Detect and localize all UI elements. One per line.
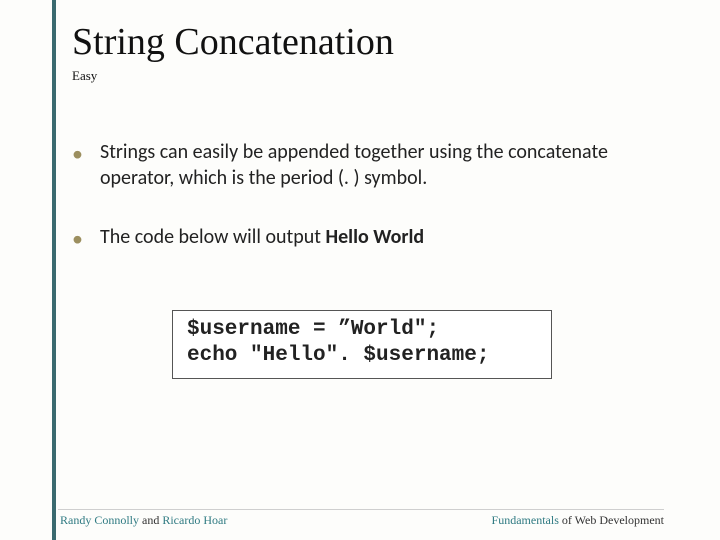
book-title-part: of Web Development (559, 513, 664, 527)
author-name: Ricardo Hoar (162, 513, 227, 527)
book-title-part: Fundamentals (492, 513, 559, 527)
footer-divider (58, 509, 664, 510)
list-item: Strings can easily be appended together … (72, 140, 632, 191)
author-name: Randy Connolly (60, 513, 139, 527)
accent-vertical-line (52, 0, 56, 540)
footer: Randy Connolly and Ricardo Hoar Fundamen… (0, 513, 720, 528)
code-block: $username = ”World"; echo "Hello". $user… (172, 310, 552, 379)
footer-right: Fundamentals of Web Development (492, 513, 664, 528)
bullet-text: Strings can easily be appended together … (100, 140, 608, 190)
code-line: echo "Hello". $username; (187, 344, 489, 367)
bullet-list: Strings can easily be appended together … (72, 140, 632, 285)
footer-text: and (139, 513, 162, 527)
list-item: The code below will output Hello World (72, 225, 632, 251)
page-title: String Concatenation (72, 20, 394, 64)
bullet-text-bold: Hello World (325, 225, 424, 249)
code-line: $username = ”World"; (187, 318, 439, 341)
bullet-text-prefix: The code below will output (100, 225, 325, 249)
footer-left: Randy Connolly and Ricardo Hoar (60, 513, 227, 528)
page-subtitle: Easy (72, 68, 97, 84)
